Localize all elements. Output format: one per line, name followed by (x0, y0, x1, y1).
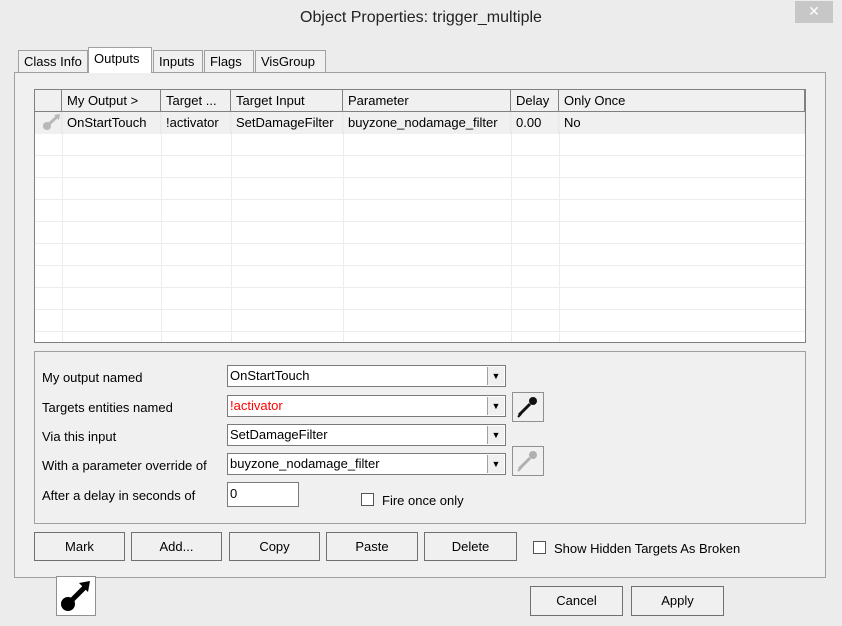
chevron-down-icon[interactable]: ▼ (487, 426, 504, 444)
output-label: My output named (42, 370, 143, 385)
list-header: My Output > Target ... Target Input Para… (35, 90, 805, 112)
header-icon-column (35, 90, 62, 111)
show-hidden-checkbox[interactable] (533, 541, 546, 554)
tab-visgroup[interactable]: VisGroup (255, 50, 326, 72)
param-combo-value: buyzone_nodamage_filter (230, 456, 380, 471)
grid-line (35, 221, 805, 222)
param-combo[interactable]: buyzone_nodamage_filter ▼ (227, 453, 506, 475)
grid-col-line (559, 112, 560, 342)
grid-line (35, 331, 805, 332)
header-target[interactable]: Target ... (161, 90, 231, 111)
fire-once-label: Fire once only (382, 493, 464, 508)
cell-parameter: buyzone_nodamage_filter (343, 112, 511, 134)
grid-line (35, 309, 805, 310)
targets-combo[interactable]: !activator ▼ (227, 395, 506, 417)
grid-line (35, 155, 805, 156)
target-picker-button[interactable] (512, 392, 544, 422)
input-combo[interactable]: SetDamageFilter ▼ (227, 424, 506, 446)
show-hidden-label: Show Hidden Targets As Broken (554, 541, 741, 556)
grid-line (35, 177, 805, 178)
tab-class-info[interactable]: Class Info (18, 50, 88, 72)
grid-col-line (62, 112, 63, 342)
entity-status-icon (56, 576, 96, 616)
grid-col-line (343, 112, 344, 342)
grid-col-line (161, 112, 162, 342)
output-combo-value: OnStartTouch (230, 368, 310, 383)
delay-label: After a delay in seconds of (42, 488, 196, 503)
param-label: With a parameter override of (42, 458, 207, 473)
grid-line (35, 243, 805, 244)
eyedropper-icon (517, 397, 537, 418)
add-button[interactable]: Add... (131, 532, 222, 561)
input-combo-value: SetDamageFilter (230, 427, 328, 442)
connection-plug-icon (61, 581, 90, 611)
header-target-input[interactable]: Target Input (231, 90, 343, 111)
connection-icon (43, 114, 60, 130)
copy-button[interactable]: Copy (229, 532, 320, 561)
header-only-once[interactable]: Only Once (559, 90, 805, 111)
cell-only-once: No (559, 112, 805, 134)
tab-flags[interactable]: Flags (204, 50, 254, 72)
outputs-list[interactable]: My Output > Target ... Target Input Para… (34, 89, 806, 343)
grid-line (35, 199, 805, 200)
fire-once-checkbox[interactable] (361, 493, 374, 506)
paste-button[interactable]: Paste (326, 532, 418, 561)
chevron-down-icon[interactable]: ▼ (487, 367, 504, 385)
chevron-down-icon[interactable]: ▼ (487, 397, 504, 415)
grid-col-line (231, 112, 232, 342)
window-title: Object Properties: trigger_multiple (300, 9, 542, 26)
header-my-output[interactable]: My Output > (62, 90, 161, 111)
input-label: Via this input (42, 429, 117, 444)
tab-inputs[interactable]: Inputs (153, 50, 203, 72)
cell-target: !activator (161, 112, 231, 134)
row-icon-cell (35, 112, 62, 134)
title-bar: Object Properties: trigger_multiple ✕ (0, 0, 842, 38)
delay-input[interactable]: 0 (227, 482, 299, 507)
cancel-button[interactable]: Cancel (530, 586, 623, 616)
grid-col-line (511, 112, 512, 342)
header-parameter[interactable]: Parameter (343, 90, 511, 111)
targets-label: Targets entities named (42, 400, 173, 415)
grid-line (35, 265, 805, 266)
param-picker-button (512, 446, 544, 476)
header-delay[interactable]: Delay (511, 90, 559, 111)
delete-button[interactable]: Delete (424, 532, 517, 561)
apply-button[interactable]: Apply (631, 586, 724, 616)
tab-outputs[interactable]: Outputs (88, 47, 152, 73)
table-row[interactable]: OnStartTouch !activator SetDamageFilter … (35, 112, 805, 134)
output-combo[interactable]: OnStartTouch ▼ (227, 365, 506, 387)
eyedropper-icon (517, 451, 537, 472)
cell-target-input: SetDamageFilter (231, 112, 343, 134)
cell-my-output: OnStartTouch (62, 112, 161, 134)
delay-input-value: 0 (230, 486, 238, 501)
cell-delay: 0.00 (511, 112, 559, 134)
mark-button[interactable]: Mark (34, 532, 125, 561)
chevron-down-icon[interactable]: ▼ (487, 455, 504, 473)
grid-line (35, 287, 805, 288)
close-button[interactable]: ✕ (795, 1, 833, 23)
targets-combo-value: !activator (230, 398, 283, 413)
